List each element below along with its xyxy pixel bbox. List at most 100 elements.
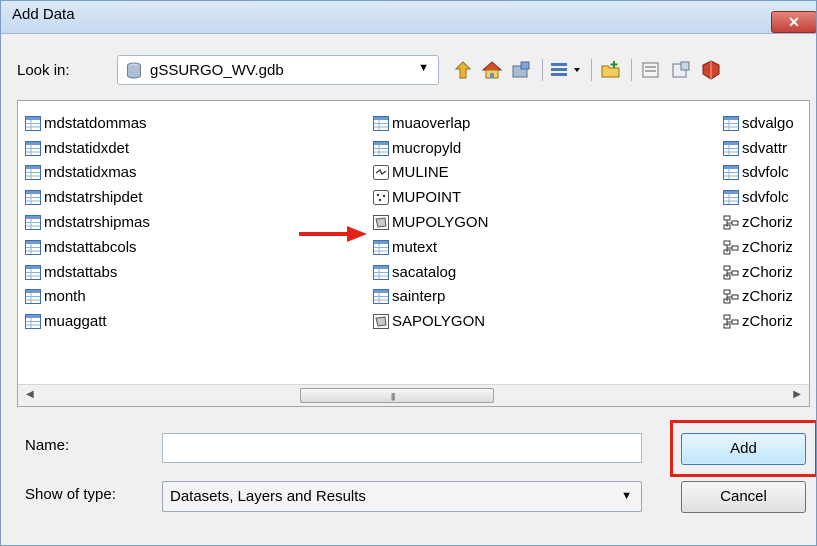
relationship-icon: [723, 314, 739, 329]
show-of-type-value: Datasets, Layers and Results: [170, 488, 366, 505]
file-item[interactable]: zChoriz: [723, 260, 794, 285]
scroll-right-icon[interactable]: ▶: [793, 389, 801, 400]
file-item[interactable]: muaoverlap: [373, 111, 488, 136]
chevron-down-icon: ▼: [621, 490, 632, 502]
file-item-label: mutext: [392, 238, 438, 256]
arccatalog-icon[interactable]: [697, 56, 725, 84]
grip-icon: |||: [391, 392, 395, 401]
file-item[interactable]: MULINE: [373, 161, 488, 186]
file-item[interactable]: month: [25, 285, 150, 310]
close-button[interactable]: ✕: [771, 11, 816, 33]
name-field[interactable]: [162, 433, 642, 463]
view-menu-icon[interactable]: [547, 56, 587, 84]
file-item-label: zChoriz: [742, 214, 793, 232]
table-icon: [373, 140, 389, 156]
name-label: Name:: [25, 437, 70, 454]
look-in-dropdown[interactable]: gSSURGO_WV.gdb ▼: [117, 55, 439, 85]
show-of-type-label: Show of type:: [25, 486, 116, 503]
file-item-label: MUPOINT: [392, 189, 462, 207]
table-icon: [25, 115, 41, 131]
horizontal-scrollbar[interactable]: ◀ ||| ▶: [18, 384, 809, 406]
file-item[interactable]: MUPOLYGON: [373, 210, 488, 235]
table-icon: [25, 215, 41, 231]
table-icon: [373, 289, 389, 305]
file-item[interactable]: mdstatrshipmas: [25, 210, 150, 235]
add-data-dialog: Add Data ✕ Look in: gSSURGO_WV.gdb ▼ mds: [0, 0, 817, 546]
table-icon: [723, 190, 739, 206]
table-icon: [25, 264, 41, 280]
file-item-label: mdstatrshipdet: [44, 189, 143, 207]
table-icon: [373, 264, 389, 280]
up-one-level-icon[interactable]: [450, 56, 476, 84]
file-item[interactable]: MUPOINT: [373, 185, 488, 210]
file-item-label: mucropyld: [392, 139, 462, 157]
file-item[interactable]: mdstattabcols: [25, 235, 150, 260]
file-item-label: mdstatidxmas: [44, 164, 137, 182]
cancel-button[interactable]: Cancel: [681, 481, 806, 513]
file-item[interactable]: sdvfolc: [723, 185, 794, 210]
file-item-label: MULINE: [392, 164, 449, 182]
file-column-3: sdvalgo sdvattr sdvfolc sdvfolc zChoriz zChor…: [723, 111, 794, 334]
file-list[interactable]: mdstatdommas mdstatidxdet mdstatidxmas mdst…: [17, 100, 810, 407]
table-icon: [25, 289, 41, 305]
chevron-down-icon: ▼: [418, 62, 429, 74]
file-column-1: mdstatdommas mdstatidxdet mdstatidxmas mdst…: [25, 111, 150, 334]
file-item[interactable]: sainterp: [373, 285, 488, 310]
file-item-label: mdstatdommas: [44, 114, 147, 132]
toggle-contents-icon[interactable]: [667, 56, 695, 84]
table-icon: [373, 239, 389, 255]
file-item[interactable]: mdstatidxdet: [25, 136, 150, 161]
point-icon: [373, 190, 389, 206]
file-item[interactable]: sdvalgo: [723, 111, 794, 136]
file-item-label: zChoriz: [742, 263, 793, 281]
show-of-type-dropdown[interactable]: Datasets, Layers and Results ▼: [162, 481, 642, 512]
file-item[interactable]: zChoriz: [723, 235, 794, 260]
file-item-label: sdvattr: [742, 139, 788, 157]
connect-folder-icon[interactable]: [508, 56, 534, 84]
file-item[interactable]: mutext: [373, 235, 488, 260]
file-item[interactable]: mucropyld: [373, 136, 488, 161]
file-item-label: SAPOLYGON: [392, 313, 486, 331]
table-icon: [723, 115, 739, 131]
new-folder-icon[interactable]: [597, 56, 625, 84]
file-item-label: sdvalgo: [742, 114, 794, 132]
file-item[interactable]: mdstatdommas: [25, 111, 150, 136]
file-item-label: mdstatrshipmas: [44, 214, 150, 232]
file-item-label: sacatalog: [392, 263, 457, 281]
file-item[interactable]: zChoriz: [723, 210, 794, 235]
file-item[interactable]: mdstattabs: [25, 260, 150, 285]
relationship-icon: [723, 265, 739, 280]
file-item[interactable]: SAPOLYGON: [373, 309, 488, 334]
title-bar: Add Data ✕: [1, 1, 816, 34]
scroll-thumb[interactable]: |||: [300, 388, 494, 403]
table-icon: [25, 165, 41, 181]
file-item-label: zChoriz: [742, 288, 793, 306]
file-item[interactable]: sacatalog: [373, 260, 488, 285]
file-item[interactable]: zChoriz: [723, 285, 794, 310]
file-item[interactable]: muaggatt: [25, 309, 150, 334]
file-item-label: mdstattabs: [44, 263, 118, 281]
file-item-label: muaggatt: [44, 313, 107, 331]
catalog-icon[interactable]: [637, 56, 665, 84]
table-icon: [723, 165, 739, 181]
scroll-left-icon[interactable]: ◀: [26, 389, 34, 400]
file-item[interactable]: zChoriz: [723, 309, 794, 334]
file-item[interactable]: sdvattr: [723, 136, 794, 161]
dialog-title: Add Data: [12, 6, 75, 23]
file-item-label: sdvfolc: [742, 189, 789, 207]
file-item-label: sdvfolc: [742, 164, 789, 182]
relationship-icon: [723, 289, 739, 304]
table-icon: [373, 115, 389, 131]
look-in-label: Look in:: [17, 62, 70, 79]
file-item[interactable]: mdstatrshipdet: [25, 185, 150, 210]
toolbar-separator: [591, 59, 592, 81]
file-item-label: zChoriz: [742, 238, 793, 256]
file-column-2: muaoverlap mucropyld MULINE MUPOINT MUPOLYGO…: [373, 111, 488, 334]
file-item[interactable]: sdvfolc: [723, 161, 794, 186]
file-item-label: month: [44, 288, 86, 306]
home-icon[interactable]: [479, 56, 505, 84]
file-item-label: MUPOLYGON: [392, 214, 489, 232]
file-item[interactable]: mdstatidxmas: [25, 161, 150, 186]
file-item-label: mdstattabcols: [44, 238, 137, 256]
file-item-label: zChoriz: [742, 313, 793, 331]
